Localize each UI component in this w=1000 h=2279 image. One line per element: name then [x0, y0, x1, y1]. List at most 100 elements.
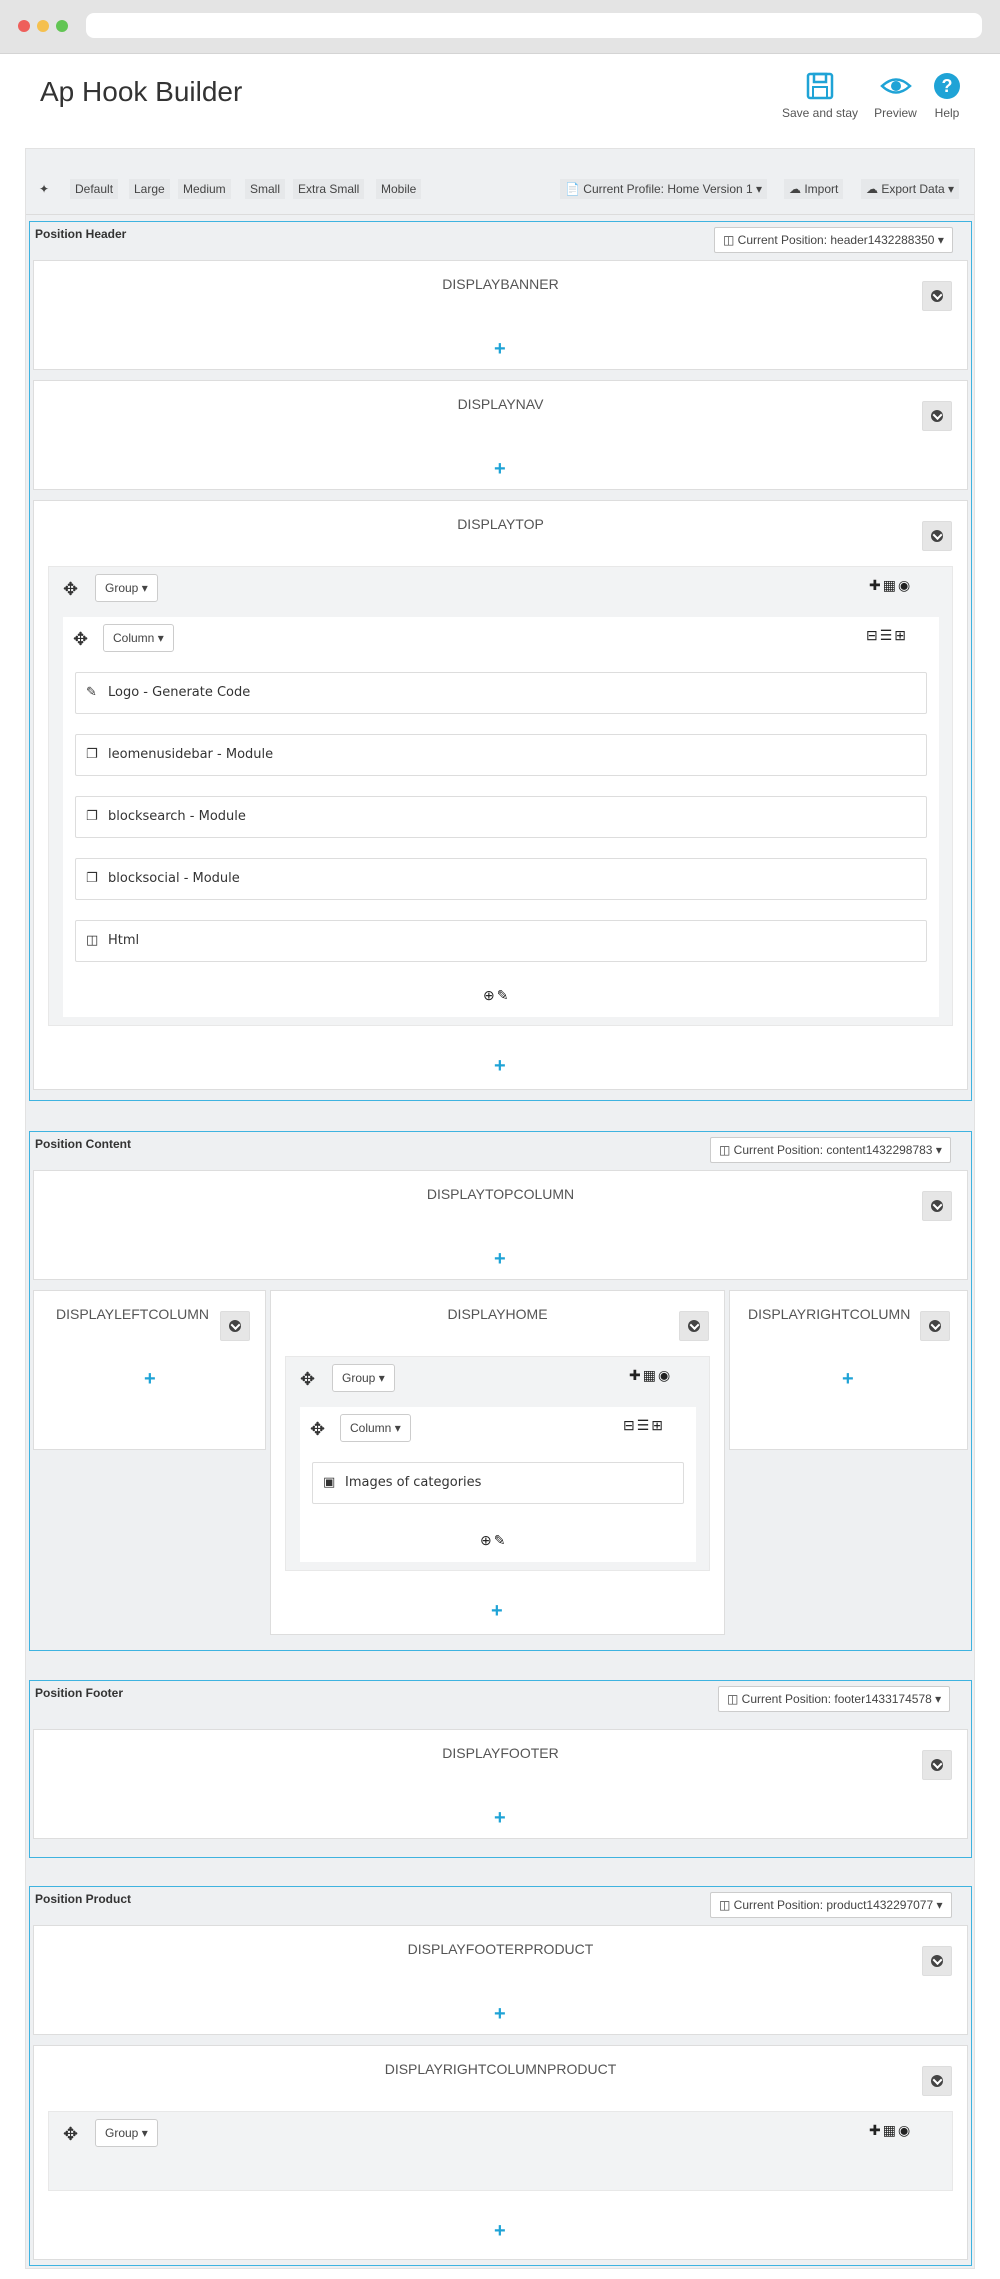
group-container: ✥ Group ▾ ✚▦◉ ✥ Column ▾ ⊟☰⊞ ✎ Logo - Gen…: [48, 566, 953, 1026]
import-label: Import: [804, 182, 839, 196]
widget-item[interactable]: ◫ Html: [75, 920, 927, 962]
device-default[interactable]: Default: [70, 179, 119, 199]
help-icon: ?: [934, 73, 960, 99]
column-actions[interactable]: ⊟☰⊞: [866, 627, 908, 644]
minimize-dot[interactable]: [37, 20, 49, 32]
current-position-label: Current Position: header1432288350: [737, 233, 935, 247]
current-position-dropdown[interactable]: ◫ Current Position: footer1433174578 ▾: [718, 1686, 951, 1712]
current-position-dropdown[interactable]: ◫ Current Position: content1432298783 ▾: [710, 1137, 951, 1163]
hook-options-icon[interactable]: [922, 281, 952, 311]
position-footer: Position Footer ◫ Current Position: foot…: [29, 1680, 972, 1858]
add-group-icon[interactable]: +: [494, 1808, 506, 1828]
add-group-icon[interactable]: +: [842, 1369, 854, 1389]
add-group-icon[interactable]: +: [494, 2221, 506, 2241]
widget-item[interactable]: ✎ Logo - Generate Code: [75, 672, 927, 714]
widget-item[interactable]: ❐ leomenusidebar - Module: [75, 734, 927, 776]
group-actions[interactable]: ✚▦◉: [629, 1367, 672, 1384]
move-icon[interactable]: ✥: [300, 1370, 315, 1388]
widget-item[interactable]: ▣ Images of categories: [312, 1462, 684, 1504]
edit-icon: ✎: [86, 685, 97, 700]
hook-options-icon[interactable]: [922, 1191, 952, 1221]
hook-options-icon[interactable]: [922, 401, 952, 431]
hook-options-icon[interactable]: [922, 1946, 952, 1976]
hook-displayfooter: DISPLAYFOOTER +: [33, 1729, 968, 1839]
add-group-icon[interactable]: +: [494, 339, 506, 359]
hook-options-icon[interactable]: [220, 1311, 250, 1341]
hook-options-icon[interactable]: [922, 1750, 952, 1780]
hook-title: DISPLAYTOPCOLUMN: [426, 1186, 575, 1202]
maximize-dot[interactable]: [56, 20, 68, 32]
save-label: Save and stay: [781, 106, 859, 120]
group-label: Group: [105, 581, 139, 595]
hook-displaybanner: DISPLAYBANNER +: [33, 260, 968, 370]
position-title: Position Header: [35, 227, 127, 241]
current-position-dropdown[interactable]: ◫ Current Position: header1432288350 ▾: [714, 227, 953, 253]
move-icon[interactable]: ✥: [63, 2125, 78, 2143]
current-position-dropdown[interactable]: ◫ Current Position: product1432297077 ▾: [710, 1892, 952, 1918]
column-dropdown[interactable]: Column ▾: [103, 624, 174, 652]
column-footer-actions[interactable]: ⊕✎: [483, 987, 510, 1004]
position-header: Position Header ◫ Current Position: head…: [29, 221, 972, 1101]
group-dropdown[interactable]: Group ▾: [95, 574, 158, 602]
profile-dropdown[interactable]: 📄 Current Profile: Home Version 1 ▾: [560, 179, 768, 199]
add-group-icon[interactable]: +: [144, 1369, 156, 1389]
save-and-stay-button[interactable]: Save and stay: [780, 70, 860, 120]
preview-button[interactable]: Preview: [868, 70, 923, 120]
hook-displaynav: DISPLAYNAV +: [33, 380, 968, 490]
hook-options-icon[interactable]: [679, 1311, 709, 1341]
device-mobile[interactable]: Mobile: [376, 179, 422, 199]
column-label: Column: [350, 1421, 392, 1435]
column-container: ✥ Column ▾ ⊟☰⊞ ✎ Logo - Generate Code ❐ le…: [63, 617, 939, 1017]
device-medium[interactable]: Medium: [178, 179, 231, 199]
hook-title: DISPLAYRIGHTCOLUMNPRODUCT: [384, 2061, 617, 2077]
hook-options-icon[interactable]: [920, 1311, 950, 1341]
widget-item[interactable]: ❐ blocksocial - Module: [75, 858, 927, 900]
file-icon: 📄: [565, 182, 580, 196]
group-container: ✥ Group ▾ ✚▦◉: [48, 2111, 953, 2191]
hook-displaytopcolumn: DISPLAYTOPCOLUMN +: [33, 1170, 968, 1280]
column-actions[interactable]: ⊟☰⊞: [623, 1417, 665, 1434]
hook-options-icon[interactable]: [922, 2066, 952, 2096]
image-icon: ▣: [323, 1475, 336, 1490]
export-dropdown[interactable]: ☁ Export Data ▾: [861, 179, 960, 199]
help-button[interactable]: ? Help: [928, 70, 966, 120]
device-toolbar: ✦ Default Large Medium Small Extra Small…: [26, 149, 974, 215]
current-position-label: Current Position: content1432298783: [733, 1143, 933, 1157]
add-group-icon[interactable]: +: [494, 1249, 506, 1269]
hook-displayleftcolumn: DISPLAYLEFTCOLUMN +: [33, 1290, 266, 1450]
widget-item[interactable]: ❐ blocksearch - Module: [75, 796, 927, 838]
current-position-label: Current Position: product1432297077: [733, 1898, 934, 1912]
group-container: ✥ Group ▾ ✚▦◉ ✥ Column ▾ ⊟☰⊞ ▣ Images of …: [285, 1356, 710, 1571]
group-dropdown[interactable]: Group ▾: [332, 1364, 395, 1392]
hook-options-icon[interactable]: [922, 521, 952, 551]
device-small[interactable]: Small: [245, 179, 286, 199]
widget-label: Logo - Generate Code: [108, 685, 251, 700]
add-group-icon[interactable]: +: [494, 459, 506, 479]
move-icon[interactable]: ✥: [63, 580, 78, 598]
device-large[interactable]: Large: [129, 179, 170, 199]
position-title: Position Product: [35, 1892, 131, 1906]
group-actions[interactable]: ✚▦◉: [869, 2122, 912, 2139]
group-dropdown[interactable]: Group ▾: [95, 2119, 158, 2147]
group-actions[interactable]: ✚▦◉: [869, 577, 912, 594]
pin-icon[interactable]: ✦: [34, 179, 54, 199]
close-dot[interactable]: [18, 20, 30, 32]
device-extra-small[interactable]: Extra Small: [293, 179, 365, 199]
hook-displaytop: DISPLAYTOP ✥ Group ▾ ✚▦◉ ✥ Column ▾ ⊟☰⊞ …: [33, 500, 968, 1090]
hook-title: DISPLAYHOME: [447, 1306, 548, 1322]
hook-displayfooterproduct: DISPLAYFOOTERPRODUCT +: [33, 1925, 968, 2035]
copy-icon: ❐: [86, 747, 98, 762]
address-bar[interactable]: [86, 13, 982, 38]
add-group-icon[interactable]: +: [494, 1056, 506, 1076]
column-label: Column: [113, 631, 155, 645]
move-icon[interactable]: ✥: [73, 630, 88, 648]
eye-icon: [879, 78, 912, 94]
import-button[interactable]: ☁ Import: [784, 179, 844, 199]
add-group-icon[interactable]: +: [494, 2004, 506, 2024]
hook-title: DISPLAYFOOTERPRODUCT: [407, 1941, 594, 1957]
move-icon[interactable]: ✥: [310, 1420, 325, 1438]
add-group-icon[interactable]: +: [491, 1601, 503, 1621]
column-footer-actions[interactable]: ⊕✎: [480, 1532, 507, 1549]
column-container: ✥ Column ▾ ⊟☰⊞ ▣ Images of categories ⊕✎: [300, 1407, 696, 1562]
column-dropdown[interactable]: Column ▾: [340, 1414, 411, 1442]
